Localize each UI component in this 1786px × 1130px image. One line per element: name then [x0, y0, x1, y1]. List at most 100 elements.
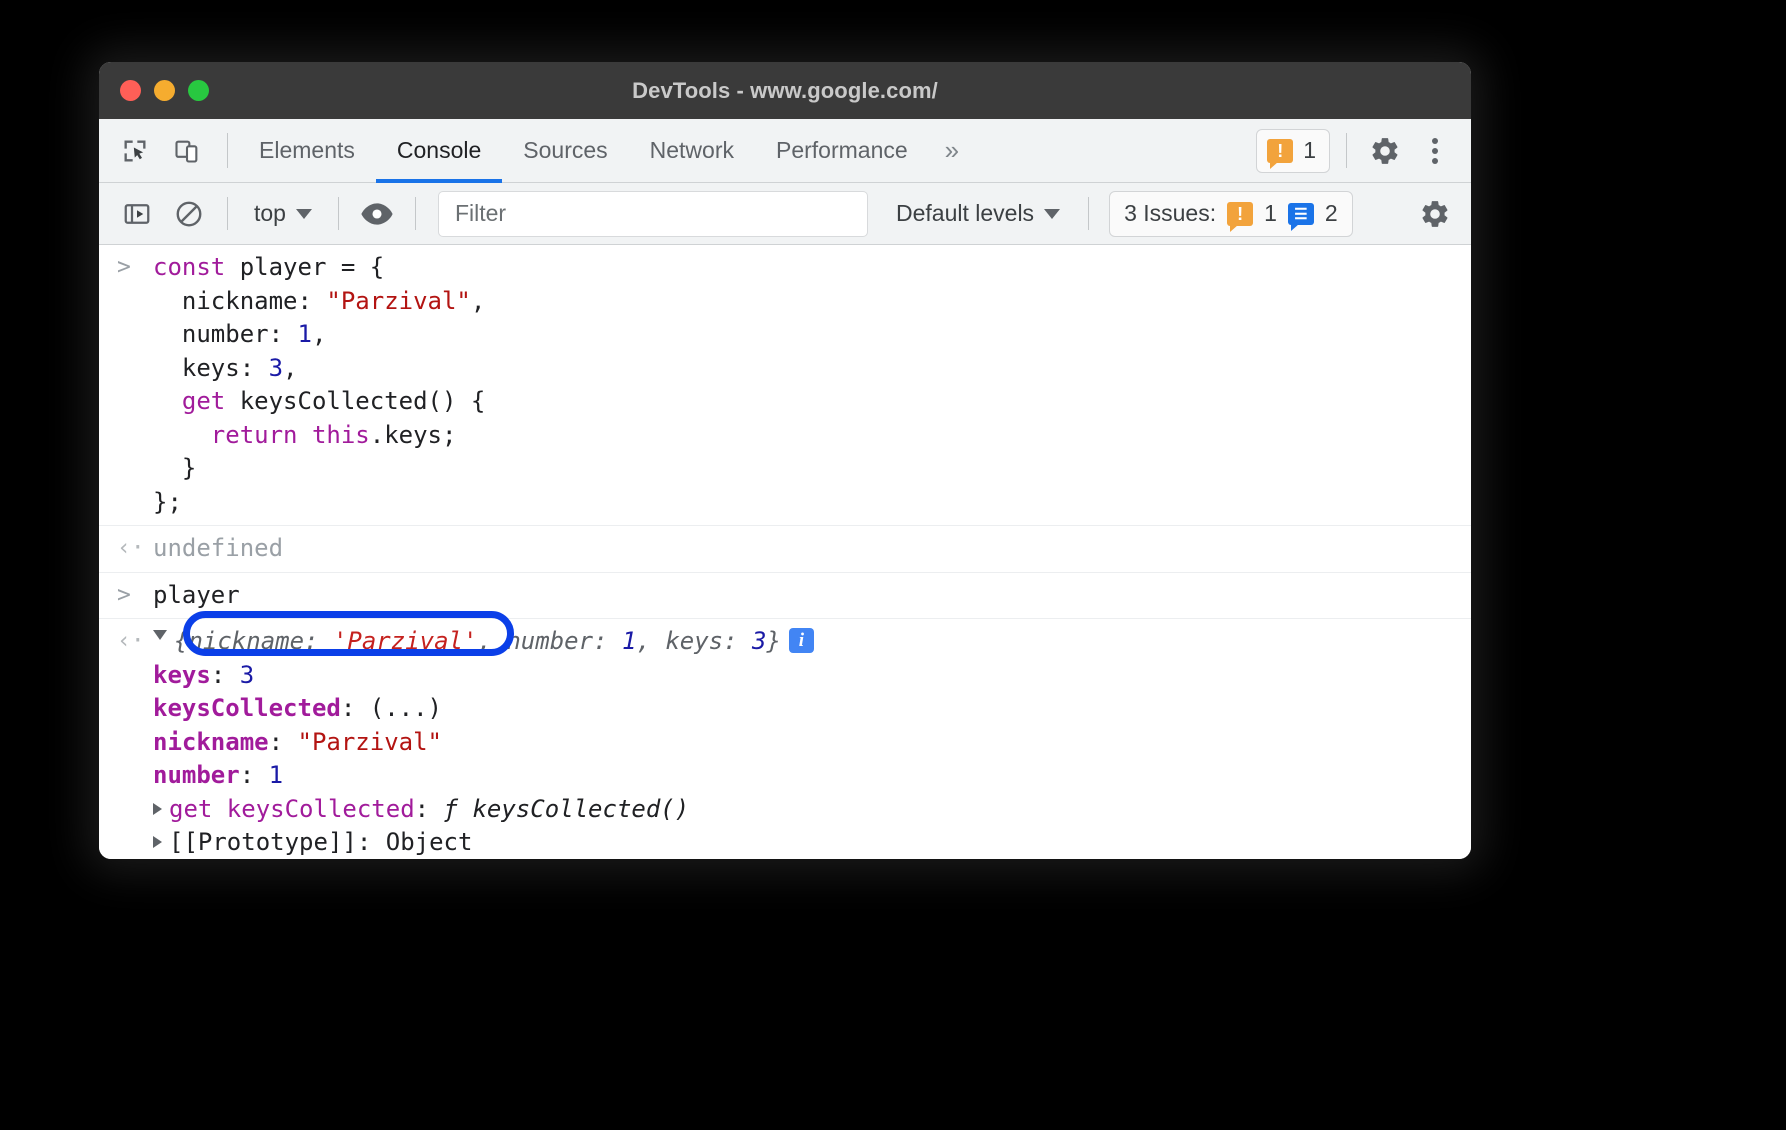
code-line: number: 1,	[99, 318, 1471, 352]
property-sep: :	[240, 761, 269, 789]
token-key-number: number:	[153, 320, 298, 348]
panel-tabs: Elements Console Sources Network Perform…	[238, 119, 975, 182]
property-name: [[Prototype]]	[169, 828, 357, 856]
property-keys[interactable]: keys: 3	[153, 659, 254, 693]
expand-triangle-icon[interactable]	[153, 836, 162, 848]
code-line: return this.keys;	[99, 419, 1471, 453]
preview-sep-3: :	[723, 627, 752, 655]
token-comma: ,	[283, 354, 297, 382]
gear-icon[interactable]	[1363, 129, 1407, 173]
property-sep: :	[341, 694, 370, 722]
close-window-button[interactable]	[120, 80, 141, 101]
log-levels-selector[interactable]: Default levels	[882, 200, 1074, 227]
preview-value-keys: 3	[752, 627, 766, 655]
issues-info-bubble-icon: ☰	[1288, 203, 1314, 225]
token-decl: player = {	[240, 253, 385, 281]
expand-triangle-icon[interactable]	[153, 630, 167, 646]
token-string-parzival: "Parzival"	[326, 287, 471, 315]
issues-badge[interactable]: 3 Issues: ! 1 ☰ 2	[1109, 191, 1353, 237]
preview-close-brace: }	[766, 627, 780, 655]
device-toolbar-icon[interactable]	[165, 129, 209, 173]
chevron-down-icon	[296, 209, 312, 219]
console-sidebar-icon[interactable]	[113, 190, 161, 238]
tab-console[interactable]: Console	[376, 119, 502, 182]
token-comma: ,	[471, 287, 485, 315]
tab-network[interactable]: Network	[629, 119, 755, 182]
preview-sep: :	[304, 627, 333, 655]
maximize-window-button[interactable]	[188, 80, 209, 101]
object-property-row[interactable]: nickname: "Parzival"	[99, 726, 1471, 760]
token-const: const	[153, 253, 240, 281]
clear-console-icon[interactable]	[165, 190, 213, 238]
tabbar-right-controls: ! 1	[1256, 119, 1471, 182]
filter-input[interactable]	[453, 199, 853, 228]
tabbar-divider	[227, 133, 228, 168]
property-get-keyscollected[interactable]: get keysCollected: ƒ keysCollected()	[153, 793, 689, 827]
preview-comma-1: ,	[477, 627, 506, 655]
token-get: get	[153, 387, 240, 415]
object-property-row-prototype[interactable]: [[Prototype]]: Object	[99, 826, 1471, 859]
code-line: > player	[99, 579, 1471, 613]
result-arrow-icon: ‹·	[113, 625, 153, 659]
property-number[interactable]: number: 1	[153, 759, 283, 793]
filter-input-wrapper[interactable]	[438, 191, 868, 237]
object-property-row-getter[interactable]: get keysCollected: ƒ keysCollected()	[99, 793, 1471, 827]
console-output-undefined: ‹· undefined	[99, 525, 1471, 572]
live-expression-icon[interactable]	[353, 190, 401, 238]
code-line: };	[99, 486, 1471, 520]
tab-performance[interactable]: Performance	[755, 119, 929, 182]
expand-triangle-icon[interactable]	[153, 803, 162, 815]
code-content: return this.keys;	[153, 419, 456, 453]
object-property-row[interactable]: keys: 3	[99, 659, 1471, 693]
object-preview[interactable]: {nickname: 'Parzival', number: 1, keys: …	[153, 625, 814, 659]
token-end-statement: };	[153, 486, 182, 520]
execution-context-label: top	[254, 200, 286, 227]
token-close-brace: }	[153, 452, 196, 486]
execution-context-selector[interactable]: top	[242, 200, 324, 227]
property-name: keys	[153, 661, 211, 689]
preview-value-nickname: 'Parzival'	[333, 627, 478, 655]
code-content: keys: 3,	[153, 352, 298, 386]
prompt-arrow-icon: >	[113, 251, 153, 285]
token-keys-access: .keys;	[370, 421, 457, 449]
prompt-arrow-icon: >	[113, 579, 153, 613]
property-sep: :	[211, 661, 240, 689]
code-content: player	[153, 579, 240, 613]
minimize-window-button[interactable]	[154, 80, 175, 101]
console-settings-gear-icon[interactable]	[1411, 190, 1459, 238]
code-content: number: 1,	[153, 318, 326, 352]
warning-count-badge[interactable]: ! 1	[1256, 129, 1330, 173]
console-object-result: ‹· {nickname: 'Parzival', number: 1, key…	[99, 618, 1471, 859]
object-property-row[interactable]: number: 1	[99, 759, 1471, 793]
issues-warning-bubble-icon: !	[1227, 202, 1253, 226]
console-input-message: > const player = { nickname: "Parzival",…	[99, 245, 1471, 525]
console-message-list[interactable]: > const player = { nickname: "Parzival",…	[99, 245, 1471, 859]
preview-key-number: number	[506, 627, 593, 655]
object-property-row-highlighted[interactable]: keysCollected: (...)	[99, 692, 1471, 726]
preview-key-nickname: nickname	[188, 627, 304, 655]
tab-elements[interactable]: Elements	[238, 119, 376, 182]
tab-sources[interactable]: Sources	[502, 119, 628, 182]
more-tabs-chevron-icon[interactable]: »	[929, 119, 975, 182]
object-info-icon[interactable]: i	[789, 628, 814, 653]
property-value: "Parzival"	[298, 728, 443, 756]
three-dot-menu-icon[interactable]	[1413, 129, 1457, 173]
property-name: nickname	[153, 728, 269, 756]
property-keyscollected[interactable]: keysCollected: (...)	[153, 692, 442, 726]
property-value[interactable]: (...)	[370, 694, 442, 722]
result-line: ‹· undefined	[99, 532, 1471, 566]
property-prototype[interactable]: [[Prototype]]: Object	[153, 826, 472, 859]
token-number-3: 3	[269, 354, 283, 382]
property-sep: :	[415, 795, 444, 823]
toolbar-divider-2	[338, 197, 339, 230]
toolbar-divider-4	[1088, 197, 1089, 230]
property-name: keysCollected	[153, 694, 341, 722]
log-levels-label: Default levels	[896, 200, 1034, 227]
token-this: this	[312, 421, 370, 449]
code-line: get keysCollected() {	[99, 385, 1471, 419]
object-preview-line[interactable]: ‹· {nickname: 'Parzival', number: 1, key…	[99, 625, 1471, 659]
code-line: > const player = {	[99, 251, 1471, 285]
warning-bubble-icon: !	[1267, 139, 1293, 163]
property-nickname[interactable]: nickname: "Parzival"	[153, 726, 442, 760]
inspect-element-icon[interactable]	[113, 129, 157, 173]
